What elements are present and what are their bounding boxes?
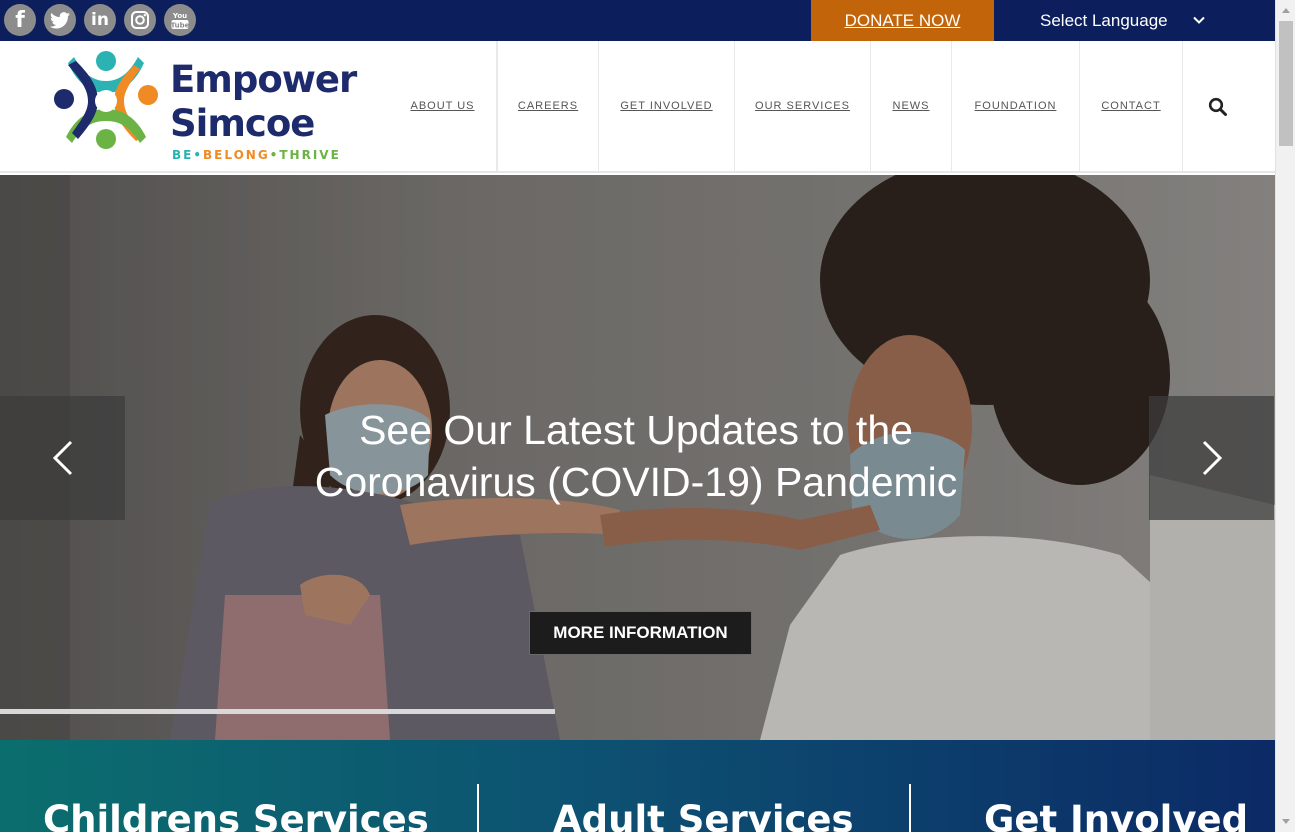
linkedin-icon[interactable]: in [84,4,116,36]
slider-next-button[interactable] [1149,396,1274,520]
get-involved-link[interactable]: Get Involved [984,798,1248,832]
adult-services-link[interactable]: Adult Services [553,798,854,832]
nav-item-contact[interactable]: CONTACT [1080,41,1183,171]
scrollbar-thumb[interactable] [1279,21,1293,146]
page-scrollbar[interactable] [1275,0,1295,832]
donate-now-button[interactable]: DONATE NOW [811,0,994,41]
facebook-icon[interactable]: f [4,4,36,36]
twitter-icon[interactable] [44,4,76,36]
chevron-left-icon [52,440,72,476]
scroll-down-arrow-icon[interactable] [1282,819,1290,824]
svg-text:You: You [172,12,187,20]
top-utility-bar: f in You Tube DONATE NOW Select Language [0,0,1275,41]
nav-item-careers[interactable]: CAREERS [497,41,599,171]
nav-item-get-involved[interactable]: GET INVOLVED [599,41,735,171]
slider-prev-button[interactable] [0,396,125,520]
empower-simcoe-logo[interactable]: Empower Simcoe BE•BELONG•THRIVE [54,47,374,167]
slider-progress-bar [0,709,555,714]
childrens-services-link[interactable]: Childrens Services [43,798,429,832]
language-select-label: Select Language [1040,10,1168,30]
logo-mark-icon [54,51,158,149]
instagram-icon[interactable] [124,4,156,36]
services-band: Childrens Services Adult Services Get In… [0,740,1275,832]
scroll-up-arrow-icon[interactable] [1282,8,1290,13]
chevron-down-icon[interactable] [1192,13,1206,27]
svg-text:Tube: Tube [171,21,190,29]
search-icon[interactable] [1208,97,1228,117]
nav-item-about-us[interactable]: ABOUT US [389,41,497,171]
site-header: Empower Simcoe BE•BELONG•THRIVE ABOUT US… [0,41,1275,173]
youtube-icon[interactable]: You Tube [164,4,196,36]
band-divider [909,784,911,832]
more-information-button[interactable]: MORE INFORMATION [529,611,752,655]
hero-title-line2: Coronavirus (COVID-19) Pandemic [314,459,958,505]
language-select[interactable]: Select Language [1040,0,1168,41]
band-divider [477,784,479,832]
page: f in YouTube DONATE NOW Select Language [0,0,1295,832]
hero-title: See Our Latest Updates to the Coronaviru… [186,404,1086,508]
nav-item-our-services[interactable]: OUR SERVICES [735,41,871,171]
logo-tagline: BE•BELONG•THRIVE [172,148,341,162]
nav-item-news[interactable]: NEWS [871,41,952,171]
logo-wordmark-line2: Simcoe [170,102,315,145]
hero-slider: See Our Latest Updates to the Coronaviru… [0,175,1275,740]
nav-item-foundation[interactable]: FOUNDATION [952,41,1080,171]
chevron-right-icon [1202,440,1222,476]
hero-title-line1: See Our Latest Updates to the [359,407,913,453]
main-nav: ABOUT US CAREERS GET INVOLVED OUR SERVIC… [389,41,1183,171]
logo-wordmark-line1: Empower [170,58,357,101]
